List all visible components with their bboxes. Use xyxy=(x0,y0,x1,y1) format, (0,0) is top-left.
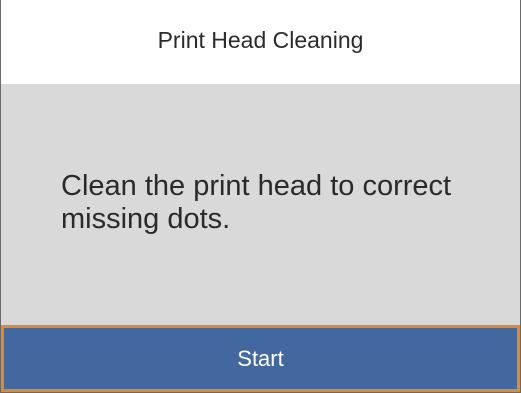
start-button-label: Start xyxy=(237,345,284,371)
screen-header: Print Head Cleaning xyxy=(1,0,520,84)
screen-title: Print Head Cleaning xyxy=(157,26,364,53)
instruction-message: Clean the print head to correct missing … xyxy=(61,170,452,235)
message-panel: Clean the print head to correct missing … xyxy=(1,84,520,325)
start-button[interactable]: Start xyxy=(1,325,520,392)
printer-lcd-screen: Print Head Cleaning Clean the print head… xyxy=(0,0,521,393)
